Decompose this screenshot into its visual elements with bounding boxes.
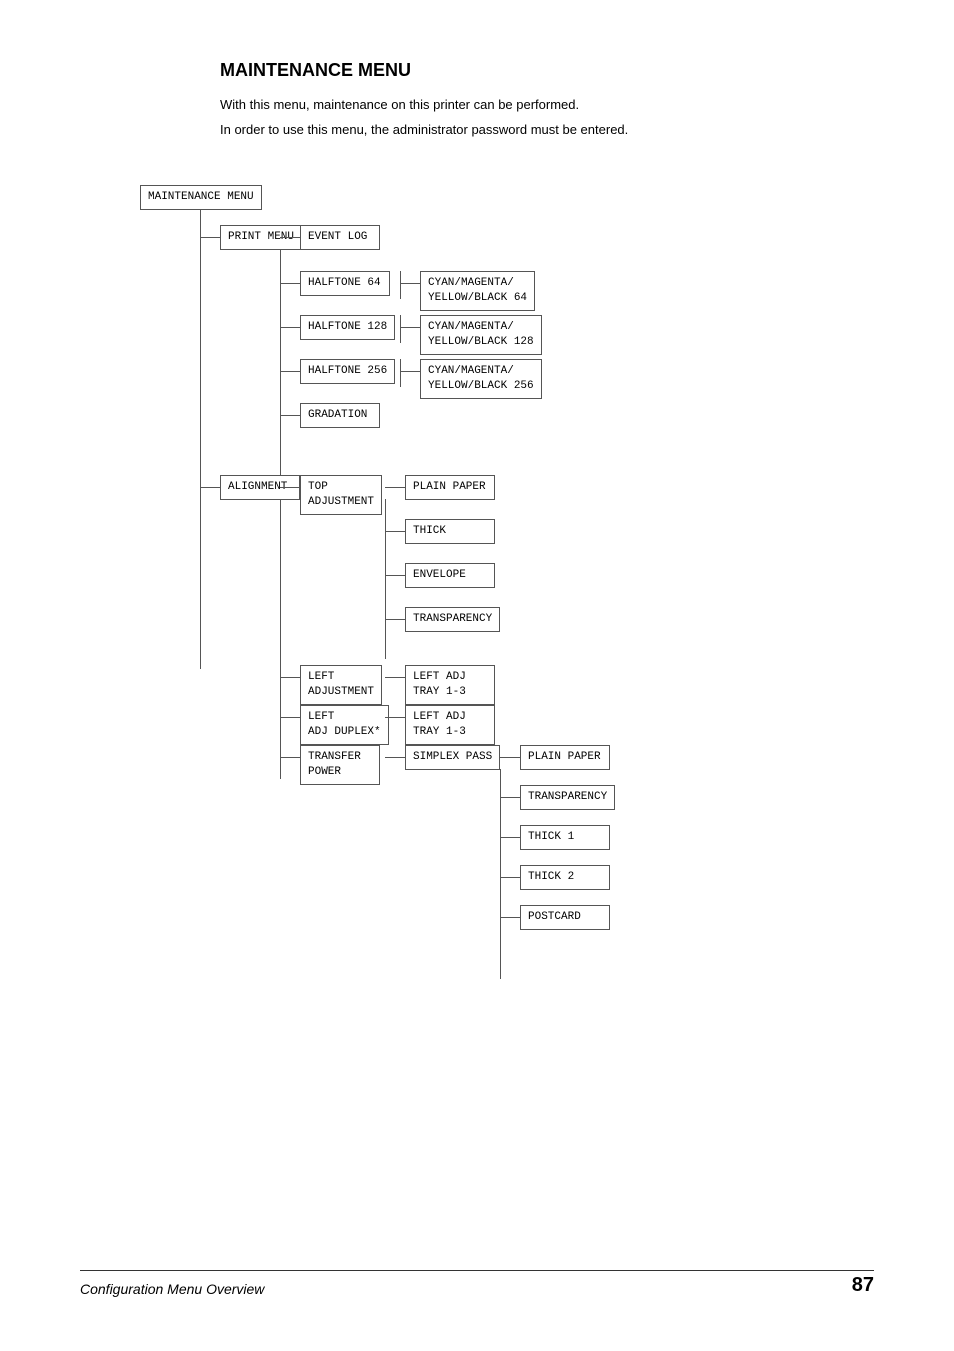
halftone-64-box: HALFTONE 64 [300, 271, 390, 296]
halftone-128-box: HALFTONE 128 [300, 315, 395, 340]
transparency-simplex-box: TRANSPARENCY [520, 785, 615, 810]
desc2: In order to use this menu, the administr… [220, 120, 874, 141]
simplex-pass-box: SIMPLEX PASS [405, 745, 500, 770]
left-adjustment-box: LEFT ADJUSTMENT [300, 665, 382, 706]
maintenance-menu-box: MAINTENANCE MENU [140, 185, 262, 210]
thick2-simplex-box: THICK 2 [520, 865, 610, 890]
thick-box: THICK [405, 519, 495, 544]
cyan-64-box: CYAN/MAGENTA/ YELLOW/BLACK 64 [420, 271, 535, 312]
cyan-128-box: CYAN/MAGENTA/ YELLOW/BLACK 128 [420, 315, 542, 356]
desc1: With this menu, maintenance on this prin… [220, 95, 874, 116]
gradation-box: GRADATION [300, 403, 380, 428]
left-adj-tray-1-box: LEFT ADJ TRAY 1-3 [405, 665, 495, 706]
event-log-box: EVENT LOG [300, 225, 380, 250]
page-title: MAINTENANCE MENU [220, 60, 874, 81]
top-adjustment-box: TOP ADJUSTMENT [300, 475, 382, 516]
plain-paper-top-box: PLAIN PAPER [405, 475, 495, 500]
diagram: MAINTENANCE MENU PRINT MENU EVENT LOG HA… [80, 165, 874, 845]
cyan-256-box: CYAN/MAGENTA/ YELLOW/BLACK 256 [420, 359, 542, 400]
transfer-power-box: TRANSFER POWER [300, 745, 380, 786]
left-adj-duplex-box: LEFT ADJ DUPLEX* [300, 705, 389, 746]
halftone-256-box: HALFTONE 256 [300, 359, 395, 384]
thick1-simplex-box: THICK 1 [520, 825, 610, 850]
transparency-top-box: TRANSPARENCY [405, 607, 500, 632]
footer-left-text: Configuration Menu Overview [80, 1281, 264, 1297]
footer-divider [80, 1270, 874, 1271]
left-adj-tray-2-box: LEFT ADJ TRAY 1-3 [405, 705, 495, 746]
envelope-box: ENVELOPE [405, 563, 495, 588]
footer-page-number: 87 [852, 1274, 874, 1297]
postcard-simplex-box: POSTCARD [520, 905, 610, 930]
plain-paper-simplex-box: PLAIN PAPER [520, 745, 610, 770]
page: MAINTENANCE MENU With this menu, mainten… [0, 0, 954, 1351]
